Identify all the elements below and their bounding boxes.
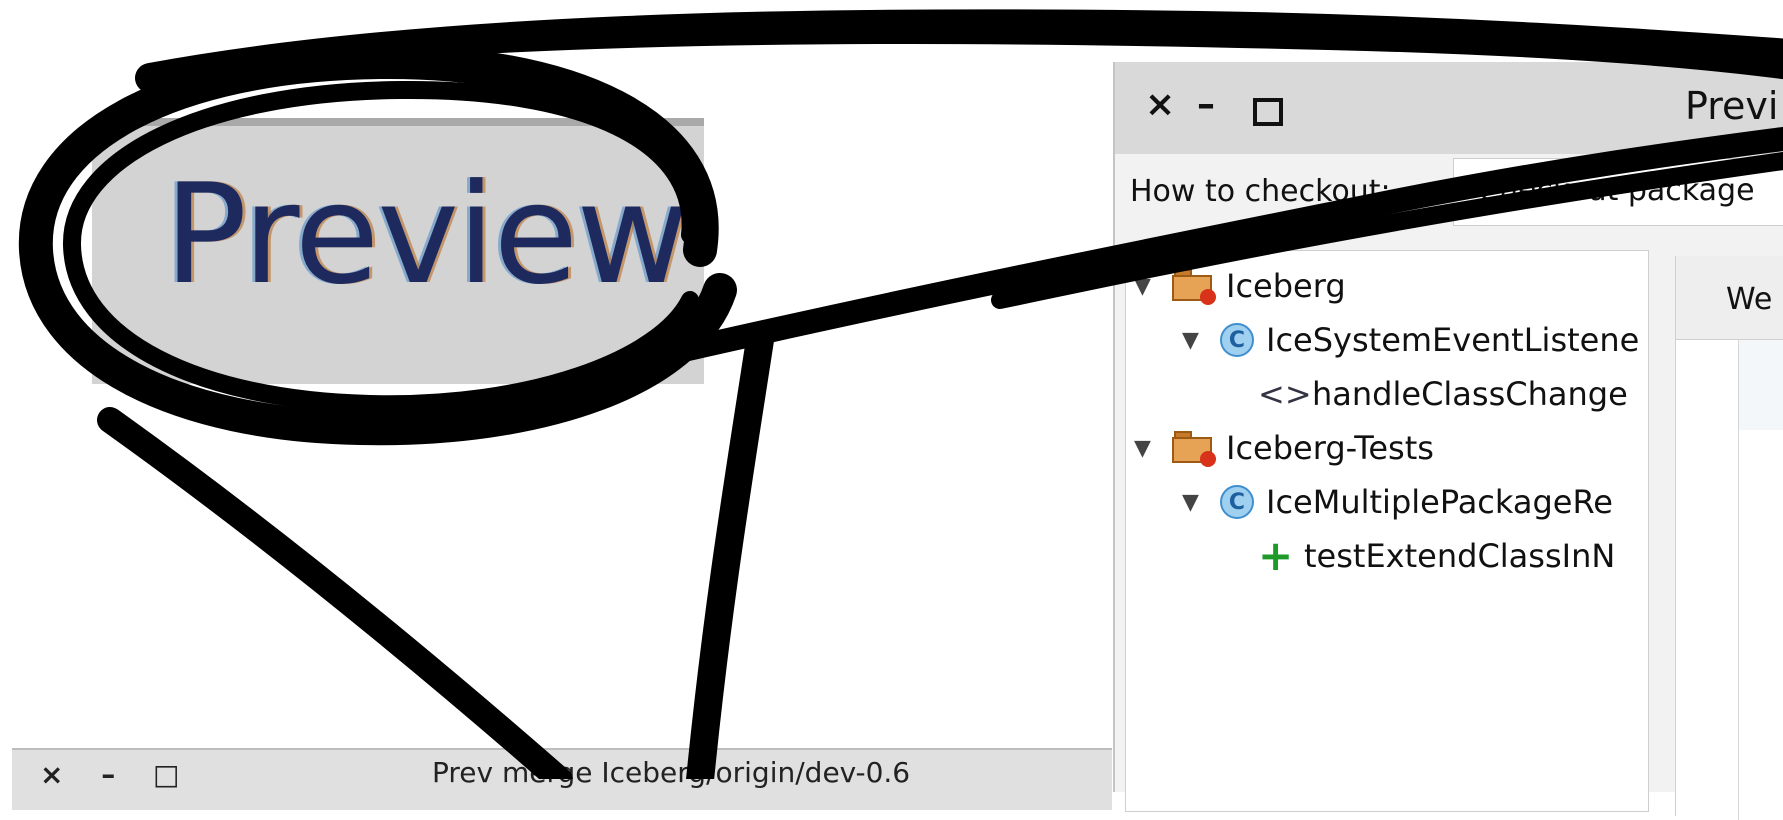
tree-row-iceberg-tests[interactable]: ▼ Iceberg-Tests	[1134, 421, 1434, 475]
background-window-controls[interactable]: × – □	[40, 758, 193, 791]
package-icon	[1172, 431, 1216, 467]
class-icon: C	[1220, 485, 1254, 519]
zoomed-title-text: Preview ı	[164, 154, 704, 315]
expand-triangle-icon[interactable]: ▼	[1134, 436, 1160, 461]
tree-item-label: handleClassChange	[1312, 375, 1628, 413]
minimize-icon[interactable]: –	[1197, 84, 1215, 125]
background-window: × – □ Prev merge Iceberg/origin/dev-0.6	[12, 748, 1112, 810]
checkout-label: How to checkout:	[1130, 174, 1391, 209]
tree-row-iceberg[interactable]: ▼ Iceberg	[1134, 259, 1346, 313]
tree-row-method[interactable]: <> handleClassChange	[1258, 367, 1628, 421]
expand-triangle-icon[interactable]: ▼	[1182, 328, 1208, 353]
class-icon: C	[1220, 323, 1254, 357]
changes-tree: ▼ Iceberg ▼ C IceSystemEventListene <> h…	[1125, 250, 1649, 812]
diff-panel: We	[1675, 256, 1783, 820]
tree-item-label: Iceberg	[1226, 267, 1346, 305]
background-window-title: Prev merge Iceberg/origin/dev-0.6	[432, 756, 911, 789]
tree-item-label: IceMultiplePackageRe	[1266, 483, 1613, 521]
tree-item-label: IceSystemEventListene	[1266, 321, 1640, 359]
checkout-dropdown[interactable]: Checkout package	[1453, 158, 1783, 226]
expand-triangle-icon[interactable]: ▼	[1182, 490, 1208, 515]
maximize-icon[interactable]	[1253, 98, 1283, 126]
diff-tab[interactable]: We	[1676, 256, 1783, 340]
tree-row-test-class[interactable]: ▼ C IceMultiplePackageRe	[1182, 475, 1613, 529]
tree-row-class[interactable]: ▼ C IceSystemEventListene	[1182, 313, 1639, 367]
tree-item-label: testExtendClassInN	[1304, 537, 1616, 575]
scribble-stem-right	[686, 326, 774, 779]
method-added-icon: +	[1258, 531, 1294, 580]
diff-highlight	[1739, 340, 1783, 430]
close-icon[interactable]: ×	[1145, 84, 1175, 125]
diff-gutter-divider	[1738, 340, 1739, 820]
tree-item-label: Iceberg-Tests	[1226, 429, 1434, 467]
expand-triangle-icon[interactable]: ▼	[1134, 274, 1160, 299]
dialog-title: Previ	[1685, 84, 1779, 128]
method-modified-icon: <>	[1258, 375, 1312, 413]
dialog-titlebar[interactable]: × – Previ	[1115, 62, 1783, 154]
zoomed-title-crop: Preview ı	[92, 118, 704, 384]
package-icon	[1172, 269, 1216, 305]
scribble-stem-left	[97, 407, 573, 779]
tree-row-test-method[interactable]: + testExtendClassInN	[1258, 529, 1615, 583]
preview-dialog: × – Previ How to checkout: Checkout pack…	[1113, 62, 1783, 820]
